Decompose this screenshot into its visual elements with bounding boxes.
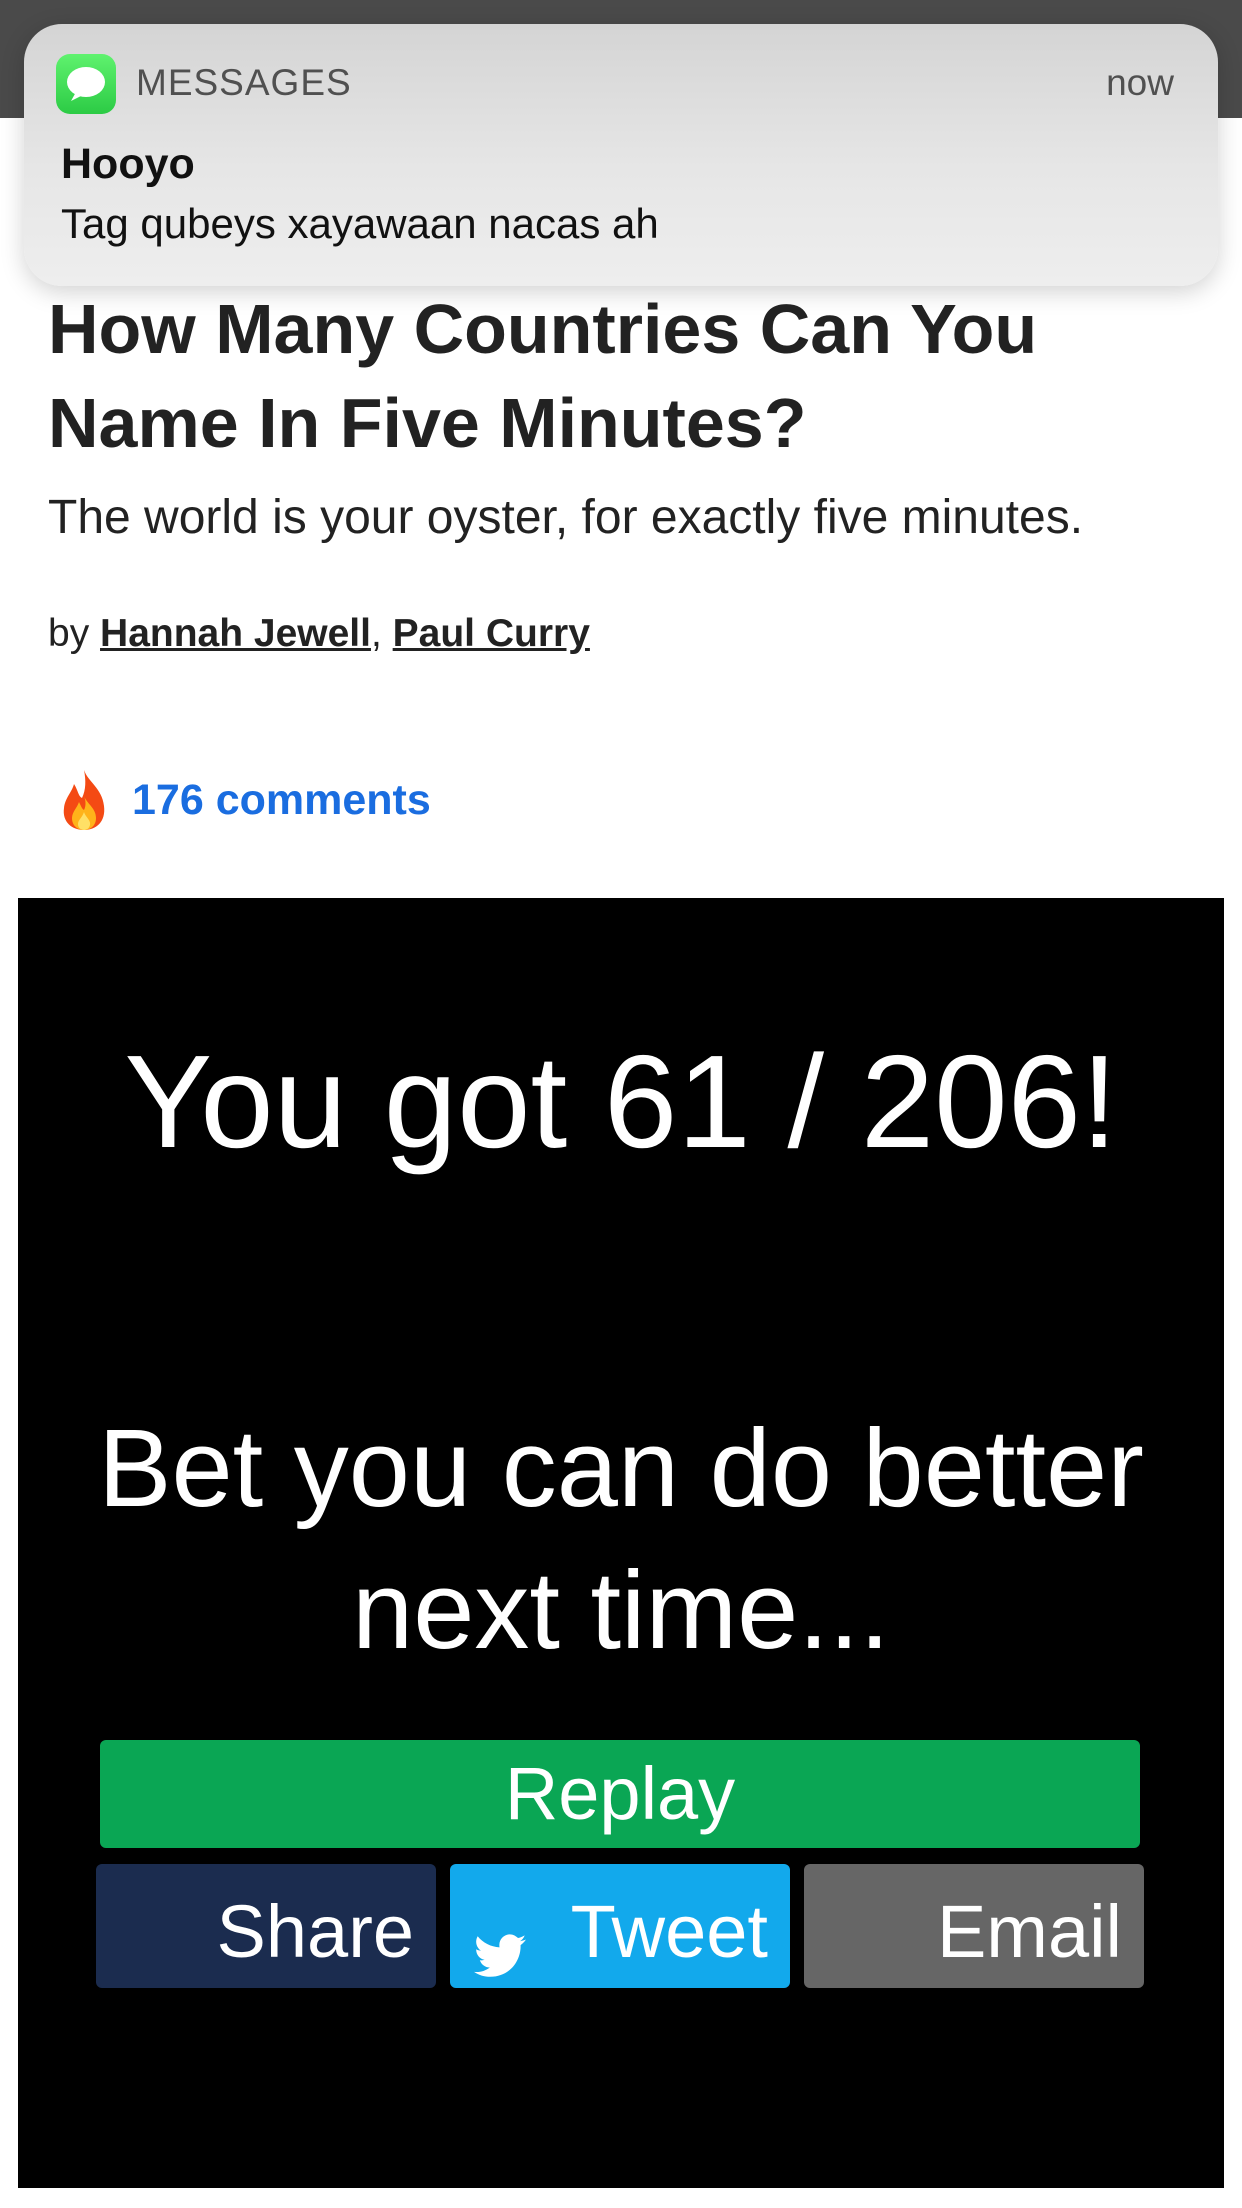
messages-icon xyxy=(56,54,116,114)
tweet-label: Tweet xyxy=(570,1890,768,1973)
twitter-bird-icon xyxy=(474,1934,526,1977)
email-share-button[interactable]: Email xyxy=(804,1864,1144,1988)
fire-icon xyxy=(63,770,105,830)
replay-button[interactable]: Replay xyxy=(100,1740,1140,1848)
facebook-share-button[interactable]: Share xyxy=(96,1864,436,1988)
notification-app-name: MESSAGES xyxy=(136,62,352,103)
comments-link[interactable]: 176 comments xyxy=(132,776,431,825)
message-notification[interactable]: MESSAGES now Hooyo Tag qubeys xayawaan n… xyxy=(24,24,1218,286)
quiz-score: You got 61 / 206! xyxy=(124,1028,1118,1175)
comments-row[interactable]: 176 comments xyxy=(56,768,431,832)
author-link-hannah-jewell[interactable]: Hannah Jewell xyxy=(100,612,371,655)
byline-prefix: by xyxy=(48,612,101,655)
byline: by Hannah Jewell, Paul Curry xyxy=(48,612,590,656)
author-link-paul-curry[interactable]: Paul Curry xyxy=(393,612,590,655)
article-subtitle: The world is your oyster, for exactly fi… xyxy=(48,491,1084,544)
tweet-button[interactable]: Tweet xyxy=(450,1864,790,1988)
notification-time: now xyxy=(1106,62,1174,103)
notification-sender: Hooyo xyxy=(61,140,195,188)
facebook-share-label: Share xyxy=(216,1890,414,1973)
author-separator: , xyxy=(370,612,382,655)
quiz-result-panel: You got 61 / 206! Bet you can do better … xyxy=(18,898,1224,2188)
quiz-result-message: Bet you can do better next time... xyxy=(98,1407,1144,1672)
email-share-label: Email xyxy=(936,1890,1122,1973)
article-title: How Many Countries Can You Name In Five … xyxy=(48,290,1038,462)
notification-message: Tag qubeys xayawaan nacas ah xyxy=(61,200,659,247)
